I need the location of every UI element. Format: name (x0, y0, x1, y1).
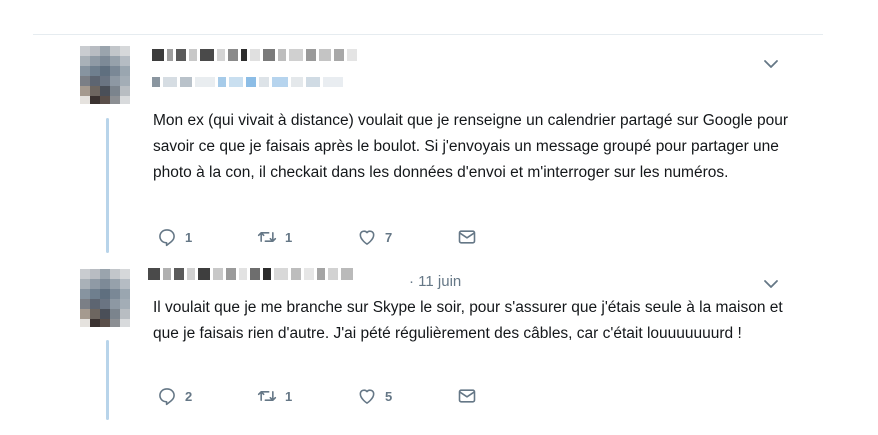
avatar[interactable] (80, 46, 130, 104)
like-button[interactable]: 7 (357, 227, 457, 247)
retweet-icon (257, 391, 277, 401)
reply-icon (159, 229, 175, 247)
top-divider (33, 34, 823, 35)
heart-icon (359, 230, 375, 245)
reply-icon (159, 388, 175, 406)
thread-connector (106, 340, 109, 420)
reply-button[interactable]: 2 (157, 386, 257, 406)
heart-icon (359, 389, 375, 404)
like-button[interactable]: 5 (357, 386, 457, 406)
retweet-count: 1 (285, 229, 293, 245)
thread-connector (106, 118, 109, 253)
reply-count: 2 (185, 388, 193, 404)
retweet-icon (257, 232, 277, 242)
reply-button[interactable]: 1 (157, 227, 257, 247)
tweet-actions: 1 1 7 (157, 225, 557, 249)
direct-message-button[interactable] (457, 227, 557, 247)
retweet-button[interactable]: 1 (257, 386, 357, 406)
like-count: 7 (385, 229, 393, 245)
user-display-name[interactable] (152, 47, 357, 63)
message-icon (458, 230, 476, 244)
direct-message-button[interactable] (457, 386, 557, 406)
message-icon (458, 389, 476, 403)
chevron-down-icon[interactable] (763, 56, 779, 72)
tweet-text: Il voulait que je me branche sur Skype l… (153, 299, 783, 342)
user-handle[interactable] (152, 75, 343, 89)
avatar[interactable] (80, 269, 130, 327)
reply-count: 1 (185, 229, 193, 245)
retweet-button[interactable]: 1 (257, 227, 357, 247)
chevron-down-icon[interactable] (763, 276, 779, 292)
tweet-date[interactable]: · 11 juin (409, 273, 461, 290)
tweet-actions: 2 1 5 (157, 384, 557, 408)
user-display-name[interactable] (148, 266, 353, 282)
tweet-text: Mon ex (qui vivait à distance) voulait q… (153, 112, 789, 181)
like-count: 5 (385, 388, 393, 404)
retweet-count: 1 (285, 388, 293, 404)
